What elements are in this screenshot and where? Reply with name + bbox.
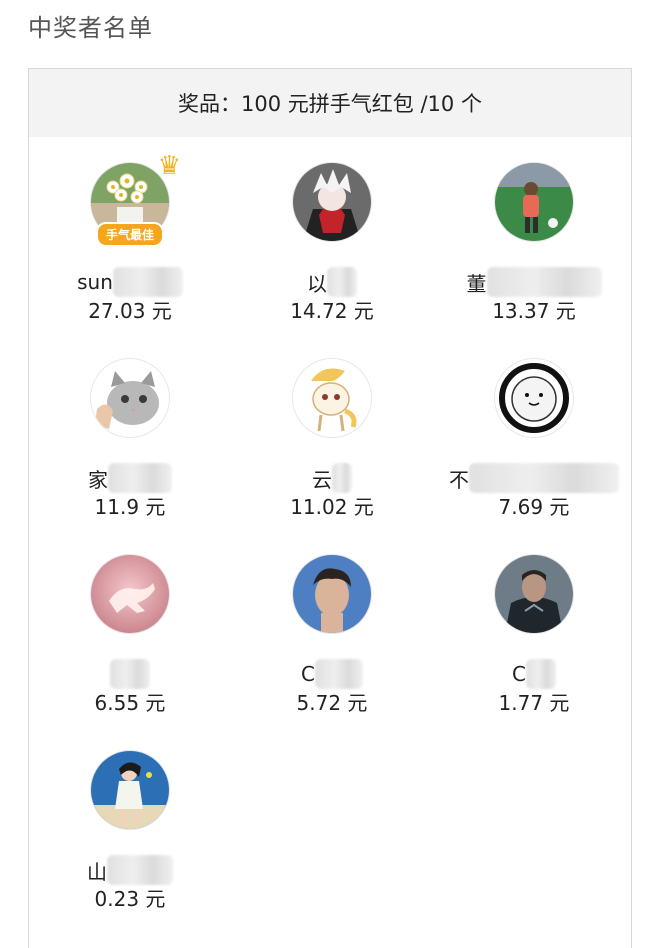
masked-name — [112, 267, 183, 297]
masked-name — [314, 659, 363, 689]
masked-name — [332, 463, 352, 493]
avatar[interactable] — [91, 555, 169, 633]
winner-item[interactable]: 家 11.9 元 — [29, 359, 231, 521]
winner-amount: 14.72 元 — [290, 299, 374, 323]
masked-name — [486, 267, 602, 297]
grey-cat-avatar-icon — [91, 359, 169, 437]
crown-icon: ♛ — [157, 151, 181, 181]
winner-item[interactable]: 董 13.37 元 — [433, 163, 635, 325]
avatar[interactable] — [495, 359, 573, 437]
avatar[interactable] — [91, 359, 169, 437]
masked-name — [108, 463, 172, 493]
girl-illustration-avatar-icon — [91, 751, 169, 829]
avatar[interactable]: ♛ 手气最佳 — [91, 151, 181, 247]
winner-name: C — [433, 659, 635, 689]
masked-name — [107, 855, 173, 885]
masked-name — [469, 463, 619, 493]
winner-item[interactable]: 6.55 元 — [29, 555, 231, 717]
winner-amount: 13.37 元 — [492, 299, 576, 323]
winner-item[interactable]: 以 14.72 元 — [231, 163, 433, 325]
child-playing-avatar-icon — [495, 163, 573, 241]
sketch-bird-avatar-icon — [495, 359, 573, 437]
winner-list-card: 奖品：100 元拼手气红包 /10 个 ♛ 手气最佳 sun 27.03 元 以… — [28, 68, 632, 948]
winner-name: 董 — [433, 267, 635, 297]
winner-name: 山 — [29, 855, 231, 885]
winner-amount: 11.02 元 — [290, 495, 374, 519]
winner-name: 不 — [433, 463, 635, 493]
winner-item[interactable]: 不 7.69 元 — [433, 359, 635, 521]
winner-name — [29, 659, 231, 689]
winner-name: 以 — [231, 267, 433, 297]
winner-item[interactable]: ♛ 手气最佳 sun 27.03 元 — [29, 151, 231, 325]
avatar[interactable] — [293, 163, 371, 241]
man-portrait-avatar-icon — [293, 555, 371, 633]
page-title: 中奖者名单 — [28, 14, 153, 42]
winner-amount: 11.9 元 — [94, 495, 166, 519]
winner-amount: 1.77 元 — [498, 691, 570, 715]
winner-item[interactable]: 云 11.02 元 — [231, 359, 433, 521]
avatar[interactable] — [91, 751, 169, 829]
winner-amount: 5.72 元 — [296, 691, 368, 715]
prize-description: 奖品：100 元拼手气红包 /10 个 — [29, 69, 631, 137]
winner-item[interactable]: C 5.72 元 — [231, 555, 433, 717]
avatar[interactable] — [495, 555, 573, 633]
winner-amount: 7.69 元 — [498, 495, 570, 519]
avatar[interactable] — [293, 359, 371, 437]
avatar[interactable] — [293, 555, 371, 633]
winner-name: 云 — [231, 463, 433, 493]
anime-white-hair-avatar-icon — [293, 163, 371, 241]
avatar[interactable] — [495, 163, 573, 241]
winner-item[interactable]: C 1.77 元 — [433, 555, 635, 717]
masked-name — [525, 659, 556, 689]
masked-name — [327, 267, 357, 297]
dark-hero-avatar-icon — [495, 555, 573, 633]
winner-amount: 0.23 元 — [94, 887, 166, 911]
winner-amount: 27.03 元 — [88, 299, 172, 323]
winner-name: sun — [29, 267, 231, 297]
best-luck-badge: 手气最佳 — [95, 222, 165, 247]
winner-amount: 6.55 元 — [94, 691, 166, 715]
cartoon-pony-avatar-icon — [293, 359, 371, 437]
winner-item[interactable]: 山 0.23 元 — [29, 751, 231, 913]
masked-name — [110, 659, 150, 689]
winner-name: 家 — [29, 463, 231, 493]
pink-hand-avatar-icon — [91, 555, 169, 633]
winner-name: C — [231, 659, 433, 689]
